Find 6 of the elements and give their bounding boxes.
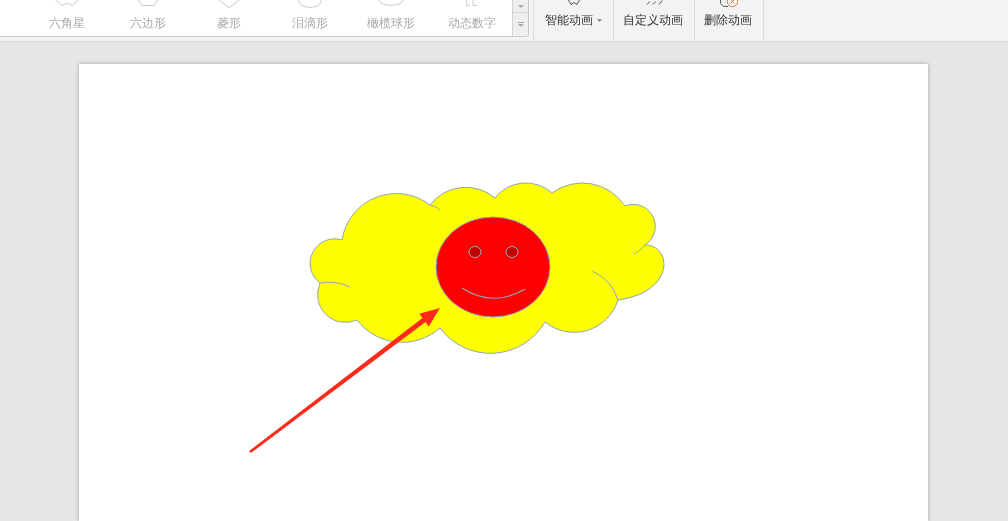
ribbon-button[interactable]: 智能动画 [533, 0, 613, 40]
caret-icon [517, 4, 524, 8]
ribbon-button[interactable]: 删除动画 [694, 0, 764, 40]
motion-lines-icon [645, 0, 663, 5]
ribbon-button[interactable]: 自定义动画 [613, 0, 694, 40]
expand-icon [517, 22, 524, 27]
